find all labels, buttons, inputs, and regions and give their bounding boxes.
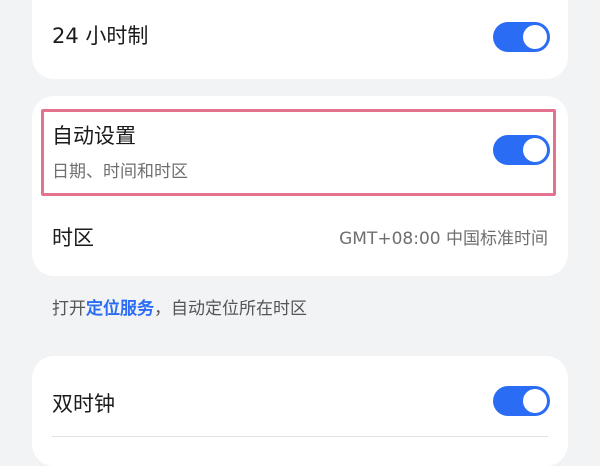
- timezone-label: 时区: [52, 226, 94, 250]
- location-services-link[interactable]: 定位服务: [86, 299, 154, 319]
- dual-clock-label: 双时钟: [52, 392, 115, 416]
- dual-clock-toggle[interactable]: [493, 386, 550, 416]
- timezone-value: GMT+08:00 中国标准时间: [339, 229, 548, 249]
- clock-24h-label: 24 小时制: [52, 24, 149, 48]
- toggle-knob: [523, 25, 547, 49]
- highlight-frame: [41, 109, 556, 196]
- clock-format-card: 24 小时制: [32, 0, 568, 79]
- location-hint: 打开定位服务，自动定位所在时区: [52, 294, 307, 319]
- clock-24h-toggle[interactable]: [493, 22, 550, 52]
- divider: [52, 436, 548, 437]
- hint-suffix: ，自动定位所在时区: [154, 299, 307, 319]
- toggle-knob: [523, 389, 547, 413]
- hint-prefix: 打开: [52, 299, 86, 319]
